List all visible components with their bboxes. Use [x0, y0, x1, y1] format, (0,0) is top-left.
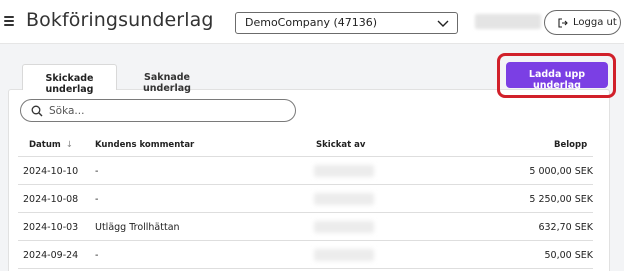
upload-documents-button[interactable]: Ladda upp underlag	[506, 62, 608, 91]
row-amount: 50,00 SEK	[544, 250, 593, 261]
row-comment: -	[95, 166, 99, 177]
table-row[interactable]: 2024-10-08 - 5 250,00 SEK	[18, 185, 593, 213]
row-sent-by-redacted	[314, 249, 374, 261]
page-title: Bokföringsunderlag	[26, 9, 214, 31]
row-sent-by-redacted	[314, 221, 374, 233]
table-row[interactable]: 2024-10-10 - 5 000,00 SEK	[18, 157, 593, 185]
chevron-down-icon	[437, 20, 449, 27]
column-header-date-label: Datum	[29, 140, 61, 150]
search-input[interactable]	[49, 103, 279, 119]
row-date: 2024-10-03	[23, 222, 79, 233]
row-sent-by-redacted	[314, 193, 374, 205]
row-date: 2024-10-08	[23, 194, 79, 205]
tab-missing-documents[interactable]: Saknade underlag	[122, 64, 212, 94]
tab-sent-documents[interactable]: Skickade underlag	[22, 64, 117, 95]
table-row[interactable]: 2024-09-24 - 50,00 SEK	[18, 241, 593, 269]
row-divider	[18, 268, 593, 269]
row-amount: 632,70 SEK	[538, 222, 593, 233]
row-comment: -	[95, 194, 99, 205]
row-date: 2024-09-24	[23, 250, 79, 261]
row-amount: 5 250,00 SEK	[529, 194, 593, 205]
search-icon	[31, 105, 43, 117]
row-amount: 5 000,00 SEK	[529, 166, 593, 177]
hamburger-menu-icon[interactable]	[4, 16, 14, 26]
logout-label: Logga ut	[573, 17, 617, 28]
column-header-amount: Belopp	[554, 140, 588, 150]
column-header-date[interactable]: Datum ↓	[29, 140, 73, 150]
row-sent-by-redacted	[314, 165, 374, 177]
logout-button[interactable]: Logga ut	[544, 10, 621, 35]
table-row[interactable]: 2024-10-03 Utlägg Trollhättan 632,70 SEK	[18, 213, 593, 241]
logout-icon	[558, 18, 568, 28]
row-date: 2024-10-10	[23, 166, 79, 177]
row-comment: -	[95, 250, 99, 261]
company-select-value: DemoCompany (47136)	[245, 16, 378, 29]
column-header-comment: Kundens kommentar	[95, 140, 195, 150]
column-header-sent-by: Skickat av	[316, 140, 366, 150]
search-field[interactable]	[20, 99, 296, 122]
top-header: Bokföringsunderlag DemoCompany (47136) L…	[0, 0, 624, 44]
sort-arrow-down-icon: ↓	[65, 140, 73, 150]
company-select[interactable]: DemoCompany (47136)	[235, 12, 458, 34]
row-comment: Utlägg Trollhättan	[95, 222, 180, 233]
user-name-redacted	[475, 14, 541, 29]
